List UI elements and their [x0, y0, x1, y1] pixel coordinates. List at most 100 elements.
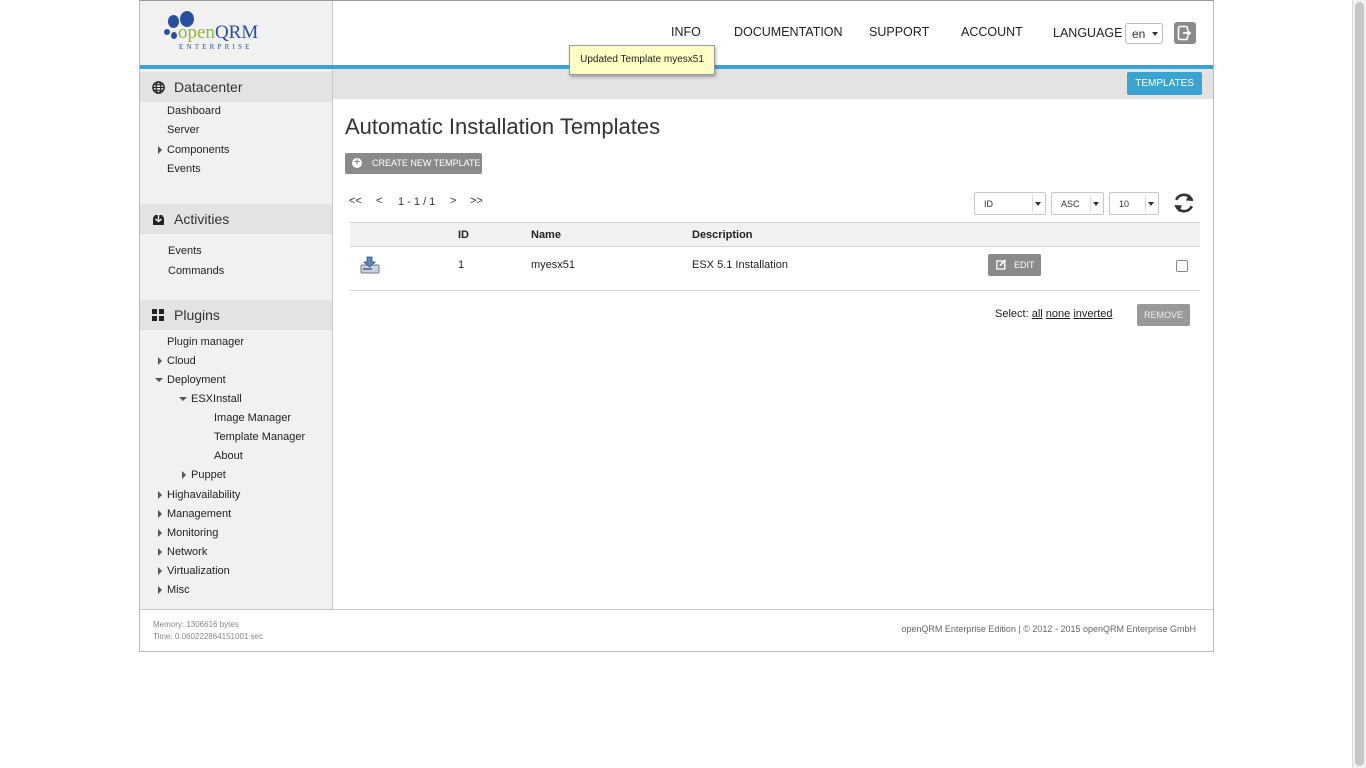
sidebar-item-events[interactable]: Events: [167, 163, 201, 175]
sidebar: Datacenter Dashboard Server Components E…: [140, 69, 333, 609]
logo-wordmark: openQRM: [178, 22, 258, 44]
select-divider: [1090, 195, 1091, 212]
cell-name: myesx51: [531, 259, 576, 271]
nav-info[interactable]: INFO: [671, 25, 701, 39]
select-none-link[interactable]: none: [1046, 308, 1070, 320]
main-content: Automatic Installation Templates + CREAT…: [334, 99, 1213, 609]
per-page-select[interactable]: 10: [1109, 192, 1159, 215]
table-header: ID Name Description: [350, 222, 1200, 247]
pager-range: 1 - 1 / 1: [398, 196, 436, 208]
cell-id: 1: [458, 259, 465, 271]
language-select[interactable]: en: [1125, 23, 1163, 44]
nav-account[interactable]: ACCOUNT: [961, 25, 1023, 39]
sort-field-value: ID: [984, 199, 993, 209]
sidebar-section-title: Plugins: [174, 307, 220, 323]
table-row: 1 myesx51 ESX 5.1 Installation EDIT: [350, 247, 1200, 291]
pager-prev[interactable]: <: [376, 195, 382, 207]
sidebar-item-dashboard[interactable]: Dashboard: [167, 105, 221, 117]
remove-button[interactable]: REMOVE: [1137, 304, 1190, 326]
sidebar-item-commands[interactable]: Commands: [168, 265, 224, 277]
column-header-name[interactable]: Name: [531, 229, 561, 241]
sidebar-item-about[interactable]: About: [214, 450, 243, 462]
expand-arrow-icon[interactable]: [158, 586, 162, 594]
expand-arrow-icon[interactable]: [182, 471, 186, 479]
sidebar-section-datacenter[interactable]: Datacenter: [140, 72, 332, 102]
page-scrollbar[interactable]: [1352, 0, 1366, 768]
sidebar-item-misc[interactable]: Misc: [167, 584, 190, 596]
page-title: Automatic Installation Templates: [345, 114, 661, 139]
sidebar-section-activities[interactable]: Activities: [140, 204, 332, 234]
logout-button[interactable]: [1174, 22, 1196, 44]
logo-word-qrm: QRM: [214, 22, 259, 43]
logo-word-open: open: [178, 22, 215, 43]
nav-documentation[interactable]: DOCUMENTATION: [734, 25, 843, 39]
sidebar-item-image-manager[interactable]: Image Manager: [214, 412, 291, 424]
edit-button[interactable]: EDIT: [988, 254, 1041, 276]
scrollbar-thumb[interactable]: [1355, 2, 1364, 766]
row-checkbox[interactable]: [1176, 260, 1188, 272]
cell-description: ESX 5.1 Installation: [692, 259, 789, 271]
pager-next[interactable]: >: [450, 195, 456, 207]
select-divider: [1032, 195, 1033, 212]
expand-arrow-icon[interactable]: [158, 548, 162, 556]
logo-dot: [171, 32, 177, 39]
status-tooltip: Updated Template myesx51: [569, 45, 715, 75]
edit-icon: [996, 259, 1007, 270]
app-frame: openQRM ENTERPRISE INFO DOCUMENTATION SU…: [139, 0, 1214, 652]
sidebar-section-plugins[interactable]: Plugins: [140, 300, 332, 330]
memory-stat: Memory: 1306616 bytes: [153, 620, 239, 629]
copyright: openQRM Enterprise Edition | © 2012 - 20…: [901, 624, 1196, 634]
sidebar-item-activity-events[interactable]: Events: [168, 245, 202, 257]
per-page-value: 10: [1119, 199, 1130, 209]
expand-arrow-icon[interactable]: [158, 146, 162, 154]
expand-arrow-icon[interactable]: [158, 491, 162, 499]
language-label: LANGUAGE: [1053, 26, 1123, 40]
template-icon: [360, 256, 380, 274]
sidebar-item-template-manager[interactable]: Template Manager: [214, 431, 305, 443]
sidebar-item-plugin-manager[interactable]: Plugin manager: [167, 336, 244, 348]
sidebar-item-monitoring[interactable]: Monitoring: [167, 527, 218, 539]
sidebar-item-cloud[interactable]: Cloud: [167, 355, 196, 367]
select-inverted-link[interactable]: inverted: [1073, 308, 1112, 320]
logo-dot: [164, 29, 170, 35]
sidebar-item-network[interactable]: Network: [167, 546, 207, 558]
sidebar-item-management[interactable]: Management: [167, 508, 231, 520]
sidebar-item-highavailability[interactable]: Highavailability: [167, 489, 240, 501]
chevron-down-icon: [1148, 202, 1154, 206]
expand-arrow-icon[interactable]: [158, 510, 162, 518]
expand-arrow-icon[interactable]: [158, 567, 162, 575]
plus-circle-icon: +: [352, 158, 362, 168]
column-header-description[interactable]: Description: [692, 229, 753, 241]
openqrm-logo[interactable]: openQRM ENTERPRISE: [164, 11, 274, 55]
footer: Memory: 1306616 bytes Time: 0.0602228641…: [140, 609, 1213, 651]
select-label: Select:: [995, 308, 1029, 320]
tab-templates[interactable]: TEMPLATES: [1127, 72, 1202, 95]
nav-support[interactable]: SUPPORT: [869, 25, 929, 39]
collapse-arrow-icon[interactable]: [179, 397, 187, 401]
column-header-id[interactable]: ID: [458, 229, 469, 241]
create-template-button[interactable]: + CREATE NEW TEMPLATE: [345, 153, 482, 174]
sidebar-section-title: Activities: [174, 211, 230, 227]
selection-controls: Select: all none inverted: [995, 308, 1112, 320]
sidebar-item-virtualization[interactable]: Virtualization: [167, 565, 230, 577]
sidebar-item-server[interactable]: Server: [167, 124, 199, 136]
sort-field-select[interactable]: ID: [974, 192, 1046, 215]
expand-arrow-icon[interactable]: [158, 357, 162, 365]
expand-arrow-icon[interactable]: [158, 529, 162, 537]
sidebar-item-deployment[interactable]: Deployment: [167, 374, 226, 386]
logout-icon: [1177, 25, 1193, 41]
select-divider: [1145, 195, 1146, 212]
logo-subtitle: ENTERPRISE: [179, 43, 253, 51]
refresh-icon[interactable]: [1172, 191, 1196, 215]
sidebar-item-puppet[interactable]: Puppet: [191, 469, 226, 481]
chevron-down-icon: [1093, 202, 1099, 206]
pager-last[interactable]: >>: [470, 195, 483, 207]
sidebar-item-components[interactable]: Components: [167, 144, 229, 156]
pager-first[interactable]: <<: [349, 195, 362, 207]
select-all-link[interactable]: all: [1032, 308, 1043, 320]
sort-order-select[interactable]: ASC: [1051, 192, 1104, 215]
collapse-arrow-icon[interactable]: [155, 378, 163, 382]
sidebar-item-esxinstall[interactable]: ESXInstall: [191, 393, 242, 405]
sidebar-section-title: Datacenter: [174, 79, 243, 95]
time-stat: Time: 0.060222864151001 sec: [153, 632, 264, 641]
